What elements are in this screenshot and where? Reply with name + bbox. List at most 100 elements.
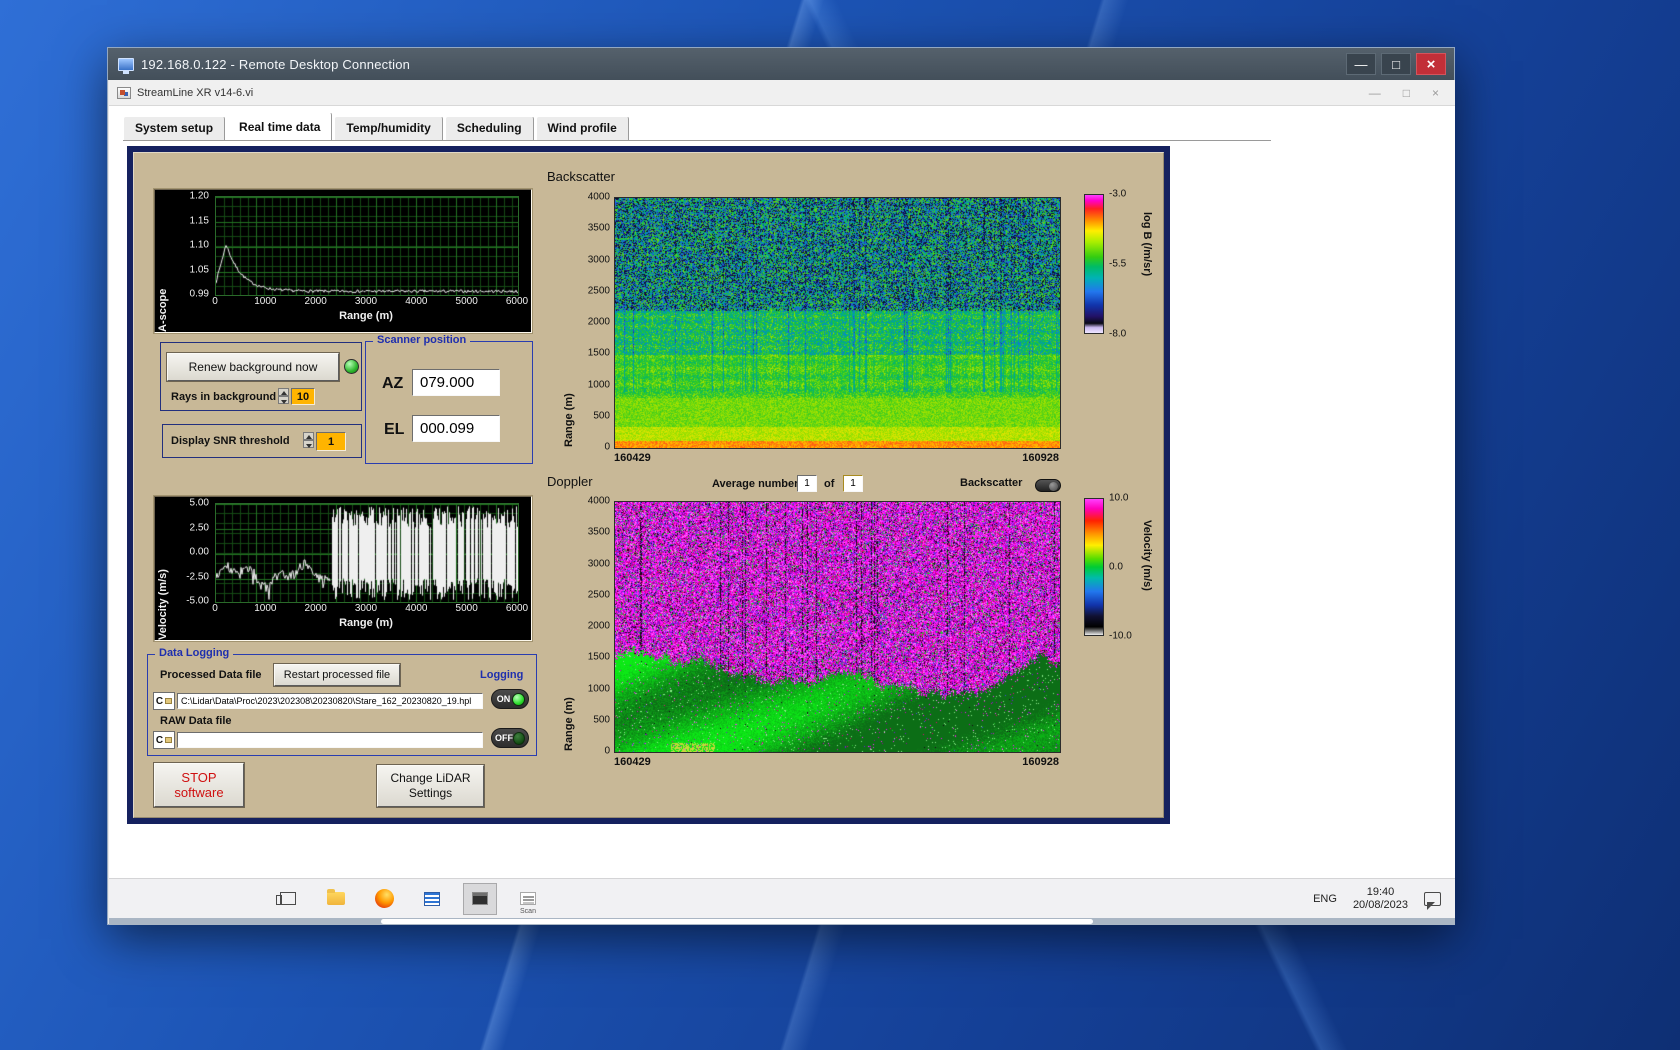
renew-background-button[interactable]: Renew background now bbox=[167, 353, 339, 381]
horizontal-scrollbar-thumb[interactable] bbox=[381, 919, 1093, 924]
tab-wind-profile[interactable]: Wind profile bbox=[535, 116, 629, 140]
tick-label: 0.0 bbox=[1109, 561, 1123, 573]
notifications-icon[interactable] bbox=[1424, 891, 1441, 910]
file-explorer-button[interactable] bbox=[319, 883, 353, 915]
ascope-y-ticks: 1.20 1.15 1.10 1.05 0.99 bbox=[171, 191, 211, 300]
clock-time: 19:40 bbox=[1366, 885, 1395, 898]
rays-in-background-label: Rays in background bbox=[171, 391, 277, 403]
rays-spinner[interactable] bbox=[278, 388, 289, 404]
tick-label: 1.20 bbox=[189, 190, 209, 202]
el-value-field[interactable]: 000.099 bbox=[412, 415, 500, 442]
backscatter-heading: Backscatter bbox=[547, 169, 615, 184]
clock-date: 20/08/2023 bbox=[1352, 898, 1408, 911]
toggle-led-off bbox=[513, 731, 525, 745]
active-app-button[interactable] bbox=[463, 882, 497, 915]
tick-label: 0 bbox=[604, 745, 610, 757]
remote-desktop-icon bbox=[118, 57, 134, 74]
processed-logging-toggle[interactable]: ON bbox=[491, 689, 529, 709]
tick-label: 10.0 bbox=[1109, 492, 1129, 504]
snr-value-field[interactable]: 1 bbox=[316, 432, 346, 451]
tick-label: 1500 bbox=[587, 347, 610, 359]
velocity-x-ticks: 0 1000 2000 3000 4000 5000 6000 bbox=[212, 603, 528, 615]
raw-drive-button[interactable]: C bbox=[153, 731, 175, 749]
firefox-button[interactable] bbox=[367, 883, 401, 915]
app-titlebar[interactable]: StreamLine XR v14-6.vi — □ × bbox=[109, 80, 1455, 106]
tick-label: 3500 bbox=[587, 222, 610, 234]
app-minimize-button[interactable]: — bbox=[1369, 86, 1381, 100]
tick-label: 2000 bbox=[587, 620, 610, 632]
tick-label: 0.00 bbox=[189, 546, 209, 558]
backscatter-display-toggle[interactable] bbox=[1035, 479, 1061, 492]
realtime-data-panel: A-scope 1.20 1.15 1.10 1.05 0.99 0 1000 2000 30… bbox=[127, 146, 1170, 824]
tab-system-setup[interactable]: System setup bbox=[123, 116, 226, 140]
snr-threshold-label: Display SNR threshold bbox=[171, 435, 290, 447]
tick-label: 0 bbox=[604, 441, 610, 453]
snr-spinner[interactable] bbox=[303, 432, 314, 448]
raw-path-field[interactable] bbox=[177, 732, 483, 748]
processed-path-field[interactable]: C:\Lidar\Data\Proc\2023\202308\20230820\… bbox=[177, 693, 483, 709]
tab-bar: System setup Real time data Temp/humidity S… bbox=[123, 112, 631, 140]
data-logging-group: Data Logging Processed Data file Restart… bbox=[147, 647, 537, 756]
of-label: of bbox=[824, 478, 835, 490]
tick-label: 500 bbox=[593, 714, 610, 726]
tick-label: 6000 bbox=[505, 296, 529, 307]
tab-temp-humidity[interactable]: Temp/humidity bbox=[334, 116, 443, 140]
backscatter-colorbar-ticks: -3.0 -5.5 -8.0 bbox=[1109, 189, 1143, 340]
tick-label: 5.00 bbox=[189, 497, 209, 509]
doppler-start-time: 160429 bbox=[614, 756, 651, 768]
app-restore-button[interactable]: □ bbox=[1403, 86, 1410, 100]
maximize-button[interactable]: □ bbox=[1381, 53, 1411, 75]
labview-vi-icon bbox=[117, 86, 131, 99]
az-value-field[interactable]: 079.000 bbox=[412, 369, 500, 396]
tick-label: 2500 bbox=[587, 285, 610, 297]
close-button[interactable]: × bbox=[1416, 53, 1446, 75]
az-label: AZ bbox=[382, 375, 404, 392]
tick-label: 3000 bbox=[354, 603, 378, 614]
tick-label: 5000 bbox=[455, 603, 478, 614]
task-view-button[interactable] bbox=[271, 883, 305, 915]
tick-label: 4000 bbox=[405, 296, 428, 307]
processed-drive-button[interactable]: C bbox=[153, 692, 175, 710]
app-close-button[interactable]: × bbox=[1432, 86, 1439, 100]
tick-label: 0 bbox=[212, 603, 218, 614]
taskbar-edge bbox=[109, 918, 1455, 925]
rdp-titlebar[interactable]: 192.168.0.122 - Remote Desktop Connectio… bbox=[108, 48, 1454, 80]
rays-value-field[interactable]: 10 bbox=[291, 388, 315, 405]
velocity-plot bbox=[215, 503, 519, 603]
average-number-field[interactable]: 1 bbox=[797, 475, 817, 492]
scan-caption: Scan bbox=[520, 907, 536, 915]
backscatter-colorbar-label: log B (/m/sr) bbox=[1141, 212, 1153, 277]
tick-label: 1.05 bbox=[189, 264, 209, 275]
scan-app-button[interactable]: Scan bbox=[511, 883, 545, 915]
task-view-icon bbox=[276, 892, 296, 905]
tick-label: -5.00 bbox=[186, 595, 209, 607]
toggle-led-on bbox=[512, 692, 525, 706]
velocity-x-axis-label: Range (m) bbox=[339, 617, 393, 629]
ascope-plot bbox=[215, 196, 519, 296]
tick-label: 0.99 bbox=[189, 288, 209, 300]
tick-label: -2.50 bbox=[186, 571, 209, 582]
restart-processed-file-button[interactable]: Restart processed file bbox=[274, 664, 400, 686]
tab-real-time-data[interactable]: Real time data bbox=[227, 112, 333, 140]
average-total-field[interactable]: 1 bbox=[843, 475, 863, 492]
stop-software-button[interactable]: STOP software bbox=[154, 763, 244, 807]
tick-label: 4000 bbox=[405, 603, 428, 614]
tab-scheduling[interactable]: Scheduling bbox=[444, 116, 534, 140]
taskbar: Scan ENG 19:40 20/08/2023 bbox=[109, 878, 1455, 918]
minimize-button[interactable]: — bbox=[1346, 53, 1376, 75]
tick-label: 1.10 bbox=[189, 239, 209, 251]
spreadsheet-app-button[interactable] bbox=[415, 883, 449, 915]
change-lidar-settings-button[interactable]: Change LiDAR Settings bbox=[377, 765, 484, 807]
tick-label: 2000 bbox=[587, 316, 610, 328]
tick-label: 3500 bbox=[587, 526, 610, 538]
firefox-icon bbox=[374, 889, 394, 908]
tick-label: 2.50 bbox=[189, 522, 209, 533]
raw-logging-toggle[interactable]: OFF bbox=[491, 728, 529, 748]
backscatter-y-ticks: 4000 3500 3000 2500 2000 1500 1000 500 0 bbox=[578, 192, 610, 453]
tick-label: 4000 bbox=[587, 495, 610, 507]
ascope-y-axis-label: A-scope bbox=[157, 288, 169, 332]
language-indicator[interactable]: ENG bbox=[1313, 893, 1337, 905]
ascope-x-axis-label: Range (m) bbox=[339, 310, 393, 322]
doppler-colorbar bbox=[1084, 498, 1104, 636]
clock[interactable]: 19:40 20/08/2023 bbox=[1353, 886, 1408, 912]
